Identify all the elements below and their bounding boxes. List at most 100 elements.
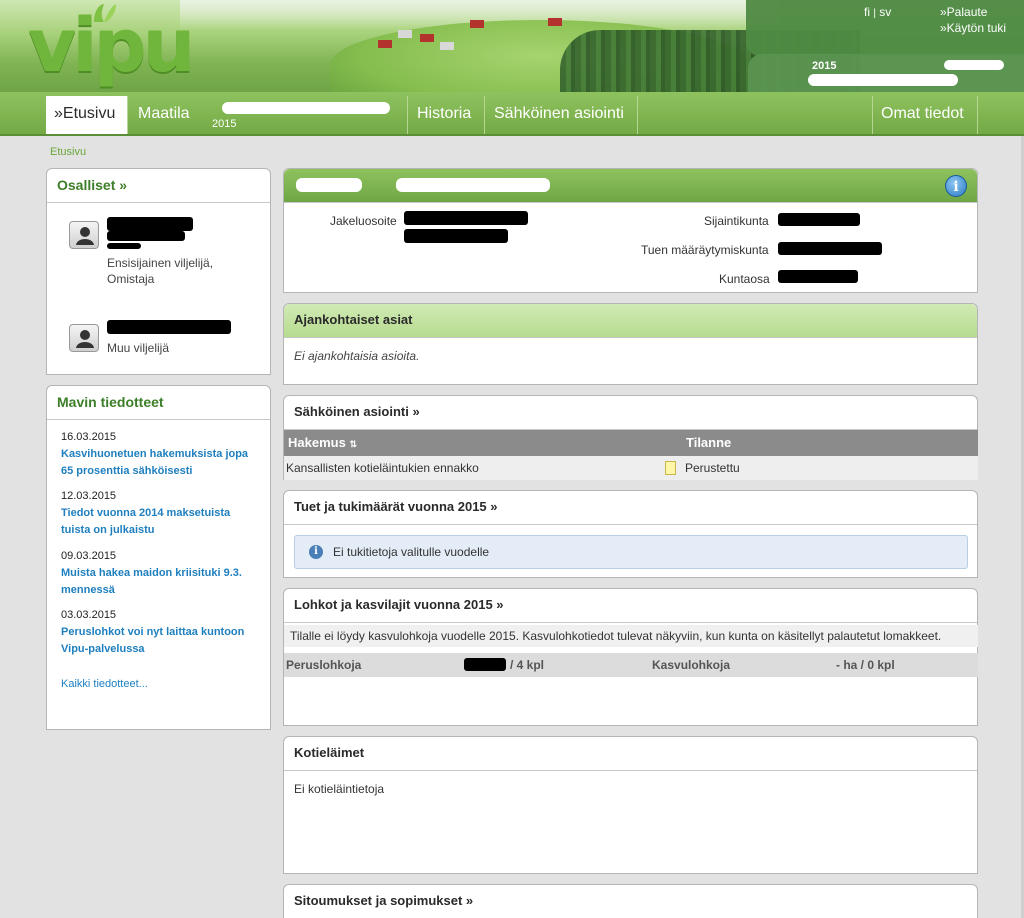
- news-link[interactable]: Tiedot vuonna 2014 maksetuista tuista on…: [61, 505, 257, 539]
- label-sijaintikunta: Sijaintikunta: [704, 214, 769, 228]
- banner-house: [440, 42, 454, 50]
- all-news-link[interactable]: Kaikki tiedotteet...: [61, 678, 148, 690]
- kotielaimet-title: Kotieläimet: [284, 737, 977, 771]
- sitoumukset-title[interactable]: Sitoumukset ja sopimukset »: [284, 885, 977, 918]
- cell-hakemus[interactable]: Kansallisten kotieläintukien ennakko: [286, 456, 479, 480]
- label-jakeluosoite: Jakeluosoite: [330, 214, 397, 228]
- news-date: 12.03.2015: [61, 490, 117, 502]
- feedback-link[interactable]: »Palaute: [940, 4, 1006, 20]
- redacted-farm-title: [396, 178, 550, 192]
- news-link[interactable]: Muista hakea maidon kriisituki 9.3. menn…: [61, 565, 257, 599]
- farm-info-panel: i Jakeluosoite Sijaintikunta Tuen määräy…: [283, 168, 978, 293]
- asiointi-table-header: Hakemus ⇅ Tilanne: [284, 430, 978, 456]
- person-role: Omistaja: [107, 272, 155, 286]
- lang-sv[interactable]: sv: [879, 5, 891, 19]
- asiointi-panel: Sähköinen asiointi » Hakemus ⇅ Tilanne K…: [283, 395, 978, 480]
- redacted-value: [464, 658, 506, 671]
- tuet-title[interactable]: Tuet ja tukimäärät vuonna 2015 »: [284, 491, 977, 525]
- news-date: 03.03.2015: [61, 609, 117, 621]
- redacted-farm-name: [222, 102, 390, 114]
- lohkot-summary-row: Peruslohkoja / 4 kpl Kasvulohkoja - ha /…: [284, 653, 978, 677]
- banner-house: [470, 20, 484, 28]
- redacted-farm-id: [296, 178, 362, 192]
- header-banner: vipu fi | sv »Palaute »Käytön tuki 2015: [0, 0, 1024, 92]
- support-link[interactable]: »Käytön tuki: [940, 20, 1006, 36]
- nav-etusivu[interactable]: »Etusivu: [46, 96, 128, 134]
- lohkot-title[interactable]: Lohkot ja kasvilajit vuonna 2015 »: [284, 589, 977, 623]
- news-link[interactable]: Kasvihuonetuen hakemuksista jopa 65 pros…: [61, 446, 257, 480]
- redacted-address: [404, 229, 508, 243]
- header-year: 2015: [812, 60, 837, 72]
- lohkot-panel: Lohkot ja kasvilajit vuonna 2015 » Tilal…: [283, 588, 978, 726]
- tuet-panel: Tuet ja tukimäärät vuonna 2015 » i Ei tu…: [283, 490, 978, 578]
- nav-omat-tiedot[interactable]: Omat tiedot: [872, 96, 978, 134]
- person-avatar-icon: [69, 221, 99, 249]
- top-links: »Palaute »Käytön tuki: [940, 4, 1006, 36]
- lohkot-message: Tilalle ei löydy kasvulohkoja vuodelle 2…: [284, 625, 978, 647]
- osalliset-panel: Osalliset » Ensisijainen viljelijä, Omis…: [46, 168, 271, 375]
- nav-maatila-label: Maatila: [138, 105, 190, 122]
- banner-house: [398, 30, 412, 38]
- banner-house: [378, 40, 392, 48]
- cell-tilanne: Perustettu: [685, 461, 740, 475]
- redacted-name: [107, 217, 193, 231]
- person-role: Muu viljelijä: [107, 341, 170, 355]
- asiointi-title[interactable]: Sähköinen asiointi »: [284, 396, 977, 430]
- nav-omat-tiedot-label: Omat tiedot: [881, 105, 964, 122]
- mavi-title: Mavin tiedotteet: [47, 386, 270, 420]
- nav-sahkoinen-asiointi[interactable]: Sähköinen asiointi: [486, 96, 638, 134]
- person-role: Ensisijainen viljelijä,: [107, 256, 214, 270]
- table-row[interactable]: Kansallisten kotieläintukien ennakko Per…: [284, 456, 978, 480]
- ajankohtaiset-title: Ajankohtaiset asiat: [284, 304, 977, 338]
- news-date: 16.03.2015: [61, 431, 117, 443]
- news-date: 09.03.2015: [61, 550, 117, 562]
- redacted-value: [778, 242, 882, 255]
- redacted-address: [404, 211, 528, 225]
- sitoumukset-panel: Sitoumukset ja sopimukset »: [283, 884, 978, 918]
- lang-fi[interactable]: fi: [864, 5, 870, 19]
- sort-icon[interactable]: ⇅: [349, 439, 357, 449]
- redacted-value: [778, 270, 858, 283]
- ajankohtaiset-text: Ei ajankohtaisia asioita.: [294, 349, 420, 363]
- breadcrumb[interactable]: Etusivu: [50, 146, 86, 158]
- kotielaimet-text: Ei kotieläintietoja: [294, 782, 385, 796]
- ajankohtaiset-panel: Ajankohtaiset asiat Ei ajankohtaisia asi…: [283, 303, 978, 385]
- osalliset-title[interactable]: Osalliset »: [47, 169, 270, 203]
- nav-asiointi-label: Sähköinen asiointi: [494, 105, 624, 122]
- farm-info-header: i: [284, 169, 977, 203]
- col-hakemus[interactable]: Hakemus ⇅: [288, 430, 357, 457]
- col-hakemus-label: Hakemus: [288, 435, 346, 450]
- info-icon[interactable]: i: [945, 175, 967, 197]
- nav-historia[interactable]: Historia: [409, 96, 485, 134]
- document-icon: [665, 461, 676, 475]
- main-nav: »Etusivu Maatila Historia Sähköinen asio…: [0, 92, 1024, 136]
- person-avatar-icon: [69, 324, 99, 352]
- tuet-notice: i Ei tukitietoja valitulle vuodelle: [294, 535, 968, 569]
- news-link[interactable]: Peruslohkot voi nyt laittaa kuntoon Vipu…: [61, 624, 257, 658]
- banner-house: [420, 34, 434, 42]
- leaf-icon: [94, 4, 116, 22]
- info-icon: i: [309, 545, 323, 559]
- label-kuntaosa: Kuntaosa: [719, 272, 770, 286]
- redacted-name: [107, 320, 231, 334]
- mavi-news-panel: Mavin tiedotteet 16.03.2015 Kasvihuonetu…: [46, 385, 271, 730]
- kasvulohkoja-value: - ha / 0 kpl: [836, 658, 895, 672]
- lang-separator: |: [873, 8, 876, 19]
- language-switch: fi | sv: [864, 5, 891, 19]
- banner-house: [548, 18, 562, 26]
- peruslohkoja-value: / 4 kpl: [510, 658, 545, 672]
- kasvulohkoja-label: Kasvulohkoja: [652, 658, 731, 672]
- nav-etusivu-label: »Etusivu: [54, 105, 116, 122]
- nav-historia-label: Historia: [417, 105, 472, 122]
- redacted-farm: [808, 74, 958, 86]
- redacted-user: [944, 60, 1004, 70]
- label-tuen-maaraytymiskunta: Tuen määräytymiskunta: [641, 243, 769, 257]
- redacted-name: [107, 243, 141, 249]
- vipu-logo[interactable]: vipu: [28, 0, 208, 92]
- peruslohkoja-label: Peruslohkoja: [286, 658, 362, 672]
- redacted-name: [107, 231, 185, 241]
- kotielaimet-panel: Kotieläimet Ei kotieläintietoja: [283, 736, 978, 874]
- redacted-value: [778, 213, 860, 226]
- nav-maatila-year: 2015: [212, 118, 237, 130]
- tuet-notice-text: Ei tukitietoja valitulle vuodelle: [333, 545, 490, 559]
